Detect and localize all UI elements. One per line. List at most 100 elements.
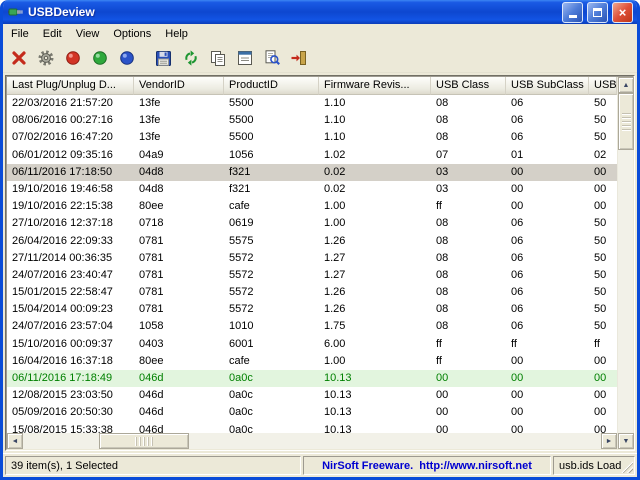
table-row[interactable]: 24/07/2016 23:57:04105810101.75080650 xyxy=(7,318,617,335)
column-header-5[interactable]: USB SubClass xyxy=(506,77,589,95)
enable-device-button[interactable] xyxy=(87,46,112,70)
table-cell: 12/08/2015 23:03:50 xyxy=(7,387,134,404)
table-row[interactable]: 19/10/2016 19:46:5804d8f3210.02030000 xyxy=(7,181,617,198)
usb-plug-icon[interactable] xyxy=(8,4,24,20)
table-cell: 08 xyxy=(431,129,506,146)
vertical-scroll-thumb[interactable] xyxy=(618,93,634,150)
column-header-3[interactable]: Firmware Revis... xyxy=(319,77,431,95)
table-cell: 06 xyxy=(506,318,589,335)
table-row[interactable]: 06/11/2016 17:18:5004d8f3210.02030000 xyxy=(7,164,617,181)
table-cell: 06/11/2016 17:18:49 xyxy=(7,370,134,387)
table-cell: 08 xyxy=(431,215,506,232)
status-items-text: 39 item(s), 1 Selected xyxy=(11,460,118,472)
minimize-icon xyxy=(569,15,577,18)
table-cell: 27/10/2016 12:37:18 xyxy=(7,215,134,232)
table-cell: 0781 xyxy=(134,233,224,250)
save-button[interactable] xyxy=(151,46,176,70)
menu-view[interactable]: View xyxy=(69,25,107,43)
table-cell: 01 xyxy=(506,147,589,164)
table-cell: 00 xyxy=(506,164,589,181)
resize-grip[interactable] xyxy=(620,460,633,473)
uninstall-device-button[interactable] xyxy=(6,46,31,70)
table-row[interactable]: 15/10/2016 00:09:37040360016.00ffffff xyxy=(7,336,617,353)
table-cell: 50 xyxy=(589,267,617,284)
copy-button[interactable] xyxy=(205,46,230,70)
menu-file[interactable]: File xyxy=(4,25,36,43)
usb-settings-button[interactable] xyxy=(33,46,58,70)
status-items-panel: 39 item(s), 1 Selected xyxy=(5,456,301,475)
table-cell: 1.00 xyxy=(319,353,431,370)
table-cell: 1.75 xyxy=(319,318,431,335)
table-cell: 6.00 xyxy=(319,336,431,353)
scroll-right-icon[interactable]: ► xyxy=(601,433,617,449)
table-row[interactable]: 16/04/2016 16:37:1880eecafe1.00ff0000 xyxy=(7,353,617,370)
table-row[interactable]: 19/10/2016 22:15:3880eecafe1.00ff0000 xyxy=(7,198,617,215)
table-row[interactable]: 06/11/2016 17:18:49046d0a0c10.13000000 xyxy=(7,370,617,387)
column-header-6[interactable]: USB... xyxy=(589,77,617,95)
column-header-2[interactable]: ProductID xyxy=(224,77,319,95)
vertical-scrollbar[interactable]: ▲ ▼ xyxy=(617,77,633,449)
column-header-0[interactable]: Last Plug/Unplug D... xyxy=(7,77,134,95)
horizontal-scrollbar[interactable]: ◄ ► xyxy=(7,433,617,449)
table-cell: 50 xyxy=(589,301,617,318)
table-cell: ff xyxy=(431,336,506,353)
scroll-left-icon[interactable]: ◄ xyxy=(7,433,23,449)
blue-ball-icon xyxy=(119,50,135,66)
column-header-1[interactable]: VendorID xyxy=(134,77,224,95)
close-button[interactable]: × xyxy=(612,2,633,23)
maximize-button[interactable] xyxy=(587,2,608,23)
scroll-down-icon[interactable]: ▼ xyxy=(618,433,634,449)
exit-door-icon xyxy=(290,49,308,67)
properties-button[interactable] xyxy=(232,46,257,70)
find-button[interactable] xyxy=(259,46,284,70)
table-cell: 16/04/2016 16:37:18 xyxy=(7,353,134,370)
properties-icon xyxy=(236,49,254,67)
table-cell: 00 xyxy=(506,422,589,433)
table-cell: 00 xyxy=(431,404,506,421)
table-row[interactable]: 07/02/2016 16:47:2013fe55001.10080650 xyxy=(7,129,617,146)
disable-device-button[interactable] xyxy=(60,46,85,70)
menu-options[interactable]: Options xyxy=(106,25,158,43)
menu-help[interactable]: Help xyxy=(158,25,195,43)
table-cell: 5500 xyxy=(224,112,319,129)
table-cell: 15/08/2015 15:33:38 xyxy=(7,422,134,433)
table-cell: 08/06/2016 00:27:16 xyxy=(7,112,134,129)
floppy-icon xyxy=(155,50,172,67)
table-cell: 1010 xyxy=(224,318,319,335)
disable-enable-device-button[interactable] xyxy=(114,46,139,70)
table-row[interactable]: 06/01/2012 09:35:1604a910561.02070102 xyxy=(7,147,617,164)
green-ball-icon xyxy=(92,50,108,66)
exit-button[interactable] xyxy=(286,46,311,70)
table-row[interactable]: 12/08/2015 23:03:50046d0a0c10.13000000 xyxy=(7,387,617,404)
column-header-4[interactable]: USB Class xyxy=(431,77,506,95)
table-row[interactable]: 15/01/2015 22:58:47078155721.26080650 xyxy=(7,284,617,301)
table-cell: 0a0c xyxy=(224,404,319,421)
table-cell: 10.13 xyxy=(319,370,431,387)
table-cell: 0781 xyxy=(134,301,224,318)
minimize-button[interactable] xyxy=(562,2,583,23)
table-cell: 1.10 xyxy=(319,112,431,129)
table-cell: 1.00 xyxy=(319,198,431,215)
table-row[interactable]: 27/11/2014 00:36:35078155721.27080650 xyxy=(7,250,617,267)
table-cell: 6001 xyxy=(224,336,319,353)
table-row[interactable]: 05/09/2016 20:50:30046d0a0c10.13000000 xyxy=(7,404,617,421)
refresh-button[interactable] xyxy=(178,46,203,70)
table-cell: 06 xyxy=(506,250,589,267)
table-row[interactable]: 22/03/2016 21:57:2013fe55001.10080650 xyxy=(7,95,617,112)
table-cell: 80ee xyxy=(134,353,224,370)
horizontal-scroll-thumb[interactable] xyxy=(99,433,189,449)
menu-edit[interactable]: Edit xyxy=(36,25,69,43)
table-row[interactable]: 15/04/2014 00:09:23078155721.26080650 xyxy=(7,301,617,318)
table-cell: 00 xyxy=(506,181,589,198)
table-row[interactable]: 24/07/2016 23:40:47078155721.27080650 xyxy=(7,267,617,284)
table-cell: 50 xyxy=(589,318,617,335)
usbids-text: usb.ids Load xyxy=(559,460,621,472)
table-row[interactable]: 08/06/2016 00:27:1613fe55001.10080650 xyxy=(7,112,617,129)
table-cell: 00 xyxy=(589,353,617,370)
nirsoft-link[interactable]: NirSoft Freeware. http://www.nirsoft.net xyxy=(322,460,532,472)
table-row[interactable]: 26/04/2016 22:09:33078155751.26080650 xyxy=(7,233,617,250)
table-row[interactable]: 27/10/2016 12:37:18071806191.00080650 xyxy=(7,215,617,232)
table-row[interactable]: 15/08/2015 15:33:38046d0a0c10.13000000 xyxy=(7,422,617,433)
scroll-up-icon[interactable]: ▲ xyxy=(618,77,634,93)
table-cell: 5575 xyxy=(224,233,319,250)
